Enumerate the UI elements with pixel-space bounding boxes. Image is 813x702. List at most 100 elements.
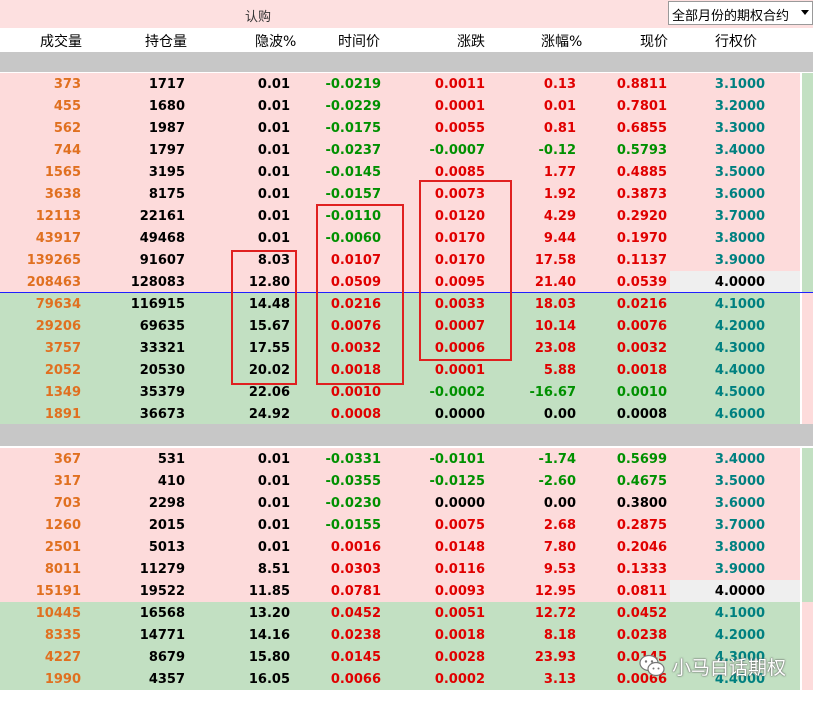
cell-price: 0.2046 — [616, 540, 667, 555]
cell-strike: 3.8000 — [714, 231, 766, 246]
chevron-down-icon[interactable] — [801, 10, 809, 15]
cell-open-interest: 19522 — [139, 584, 185, 599]
cell-price: 0.0010 — [616, 385, 667, 400]
cell-volume: 744 — [53, 143, 81, 158]
header-price[interactable]: 现价 — [640, 31, 668, 51]
table-row[interactable]: 43917 49468 0.01 -0.0060 0.0170 9.44 0.1970 3.8… — [0, 227, 813, 249]
header-open-interest[interactable]: 持仓量 — [145, 31, 187, 51]
header-volume[interactable]: 成交量 — [40, 31, 82, 51]
put-side-edge — [802, 293, 813, 315]
cell-implied-vol: 0.01 — [257, 99, 290, 114]
cell-volume: 3757 — [44, 341, 81, 356]
cell-volume: 1990 — [44, 672, 81, 687]
cell-implied-vol: 8.51 — [257, 562, 290, 577]
put-side-edge — [802, 205, 813, 227]
cell-strike: 3.6000 — [714, 187, 766, 202]
cell-implied-vol: 0.01 — [257, 187, 290, 202]
table-row[interactable]: 15191 19522 11.85 0.0781 0.0093 12.95 0.0811 4.… — [0, 580, 813, 602]
cell-implied-vol: 24.92 — [248, 407, 290, 422]
header-change-pct[interactable]: 涨幅% — [541, 31, 582, 51]
cell-strike: 4.6000 — [714, 407, 766, 422]
cell-price: 0.0811 — [616, 584, 667, 599]
table-row[interactable]: 373 1717 0.01 -0.0219 0.0011 0.13 0.8811 3.1000 — [0, 73, 813, 95]
table-row[interactable]: 1349 35379 22.06 0.0010 -0.0002 -16.67 0.0010 4… — [0, 381, 813, 403]
cell-open-interest: 2298 — [148, 496, 185, 511]
header-change[interactable]: 涨跌 — [457, 31, 485, 51]
cell-strike: 3.9000 — [714, 562, 766, 577]
table-row[interactable]: 562 1987 0.01 -0.0175 0.0055 0.81 0.6855 3.3000 — [0, 117, 813, 139]
cell-volume: 43917 — [35, 231, 81, 246]
cell-time-value: -0.0229 — [325, 99, 381, 114]
cell-volume: 8011 — [44, 562, 81, 577]
cell-change-pct: 3.13 — [543, 672, 576, 687]
table-row[interactable]: 455 1680 0.01 -0.0229 0.0001 0.01 0.7801 3.2000 — [0, 95, 813, 117]
table-row[interactable]: 79634 116915 14.48 0.0216 0.0033 18.03 0.0216 4… — [0, 293, 813, 315]
table-row[interactable]: 1565 3195 0.01 -0.0145 0.0085 1.77 0.4885 3.500… — [0, 161, 813, 183]
table-row[interactable]: 139265 91607 8.03 0.0107 0.0170 17.58 0.1137 3.… — [0, 249, 813, 271]
cell-change: -0.0007 — [429, 143, 485, 158]
table-row[interactable]: 3757 33321 17.55 0.0032 0.0006 23.08 0.0032 4.3… — [0, 337, 813, 359]
cell-time-value: 0.0303 — [330, 562, 381, 577]
table-row[interactable]: 1891 36673 24.92 0.0008 0.0000 0.00 0.0008 4.60… — [0, 403, 813, 425]
table-row[interactable]: 10445 16568 13.20 0.0452 0.0051 12.72 0.0452 4.… — [0, 602, 813, 624]
cell-change-pct: 23.93 — [534, 650, 576, 665]
table-row[interactable]: 1260 2015 0.01 -0.0155 0.0075 2.68 0.2875 3.700… — [0, 514, 813, 536]
put-side-edge — [802, 249, 813, 271]
cell-implied-vol: 0.01 — [257, 165, 290, 180]
cell-volume: 139265 — [26, 253, 81, 268]
cell-volume: 15191 — [35, 584, 81, 599]
table-row[interactable]: 703 2298 0.01 -0.0230 0.0000 0.00 0.3800 3.6000 — [0, 492, 813, 514]
cell-open-interest: 8679 — [148, 650, 185, 665]
cell-time-value: 0.0238 — [330, 628, 381, 643]
table-row[interactable]: 29206 69635 15.67 0.0076 0.0007 10.14 0.0076 4.… — [0, 315, 813, 337]
cell-volume: 12113 — [35, 209, 81, 224]
cell-change-pct: 9.44 — [543, 231, 576, 246]
cell-open-interest: 1987 — [148, 121, 185, 136]
put-side-edge — [802, 403, 813, 425]
cell-strike: 4.4000 — [714, 363, 766, 378]
header-implied-vol[interactable]: 隐波% — [255, 31, 296, 51]
cell-price: 0.3800 — [616, 496, 667, 511]
cell-open-interest: 22161 — [139, 209, 185, 224]
cell-volume: 1891 — [44, 407, 81, 422]
table-row[interactable]: 8011 11279 8.51 0.0303 0.0116 9.53 0.1333 3.900… — [0, 558, 813, 580]
header-strike[interactable]: 行权价 — [715, 31, 757, 51]
cell-volume: 29206 — [35, 319, 81, 334]
cell-change-pct: -16.67 — [529, 385, 576, 400]
put-side-edge — [802, 514, 813, 536]
cell-time-value: 0.0781 — [330, 584, 381, 599]
cell-change-pct: 8.18 — [543, 628, 576, 643]
cell-strike: 3.5000 — [714, 474, 766, 489]
month-select[interactable]: 全部月份的期权合约 — [668, 1, 813, 25]
cell-strike: 4.0000 — [714, 584, 766, 599]
table-row[interactable]: 2052 20530 20.02 0.0018 0.0001 5.88 0.0018 4.40… — [0, 359, 813, 381]
cell-change-pct: 1.77 — [543, 165, 576, 180]
cell-change-pct: -0.12 — [538, 143, 576, 158]
table-row[interactable]: 8335 14771 14.16 0.0238 0.0018 8.18 0.0238 4.20… — [0, 624, 813, 646]
put-side-edge — [802, 492, 813, 514]
table-row[interactable]: 12113 22161 0.01 -0.0110 0.0120 4.29 0.2920 3.7… — [0, 205, 813, 227]
column-header: 成交量 持仓量 隐波% 时间价 涨跌 涨幅% 现价 行权价 — [0, 28, 813, 52]
table-row[interactable]: 744 1797 0.01 -0.0237 -0.0007 -0.12 0.5793 3.40… — [0, 139, 813, 161]
cell-price: 0.0032 — [616, 341, 667, 356]
cell-change-pct: 17.58 — [534, 253, 576, 268]
put-side-edge — [802, 271, 813, 293]
table-row[interactable]: 317 410 0.01 -0.0355 -0.0125 -2.60 0.4675 3.500… — [0, 470, 813, 492]
cell-open-interest: 1797 — [148, 143, 185, 158]
highlight-box-time-value — [316, 204, 404, 385]
table-row[interactable]: 367 531 0.01 -0.0331 -0.0101 -1.74 0.5699 3.400… — [0, 448, 813, 470]
cell-change-pct: 0.00 — [543, 407, 576, 422]
highlight-box-implied-vol — [231, 250, 297, 385]
cell-volume: 208463 — [26, 275, 81, 290]
watermark: 小马白话期权 — [638, 648, 786, 684]
put-side-edge — [802, 668, 813, 690]
cell-price: 0.1970 — [616, 231, 667, 246]
cell-change-pct: 9.53 — [543, 562, 576, 577]
table-row[interactable]: 208463 128083 12.80 0.0509 0.0095 21.40 0.0539… — [0, 271, 813, 293]
table-row[interactable]: 3638 8175 0.01 -0.0157 0.0073 1.92 0.3873 3.600… — [0, 183, 813, 205]
cell-open-interest: 16568 — [139, 606, 185, 621]
header-time-value[interactable]: 时间价 — [338, 31, 380, 51]
cell-open-interest: 35379 — [139, 385, 185, 400]
table-row[interactable]: 2501 5013 0.01 0.0016 0.0148 7.80 0.2046 3.8000 — [0, 536, 813, 558]
cell-change-pct: 0.81 — [543, 121, 576, 136]
